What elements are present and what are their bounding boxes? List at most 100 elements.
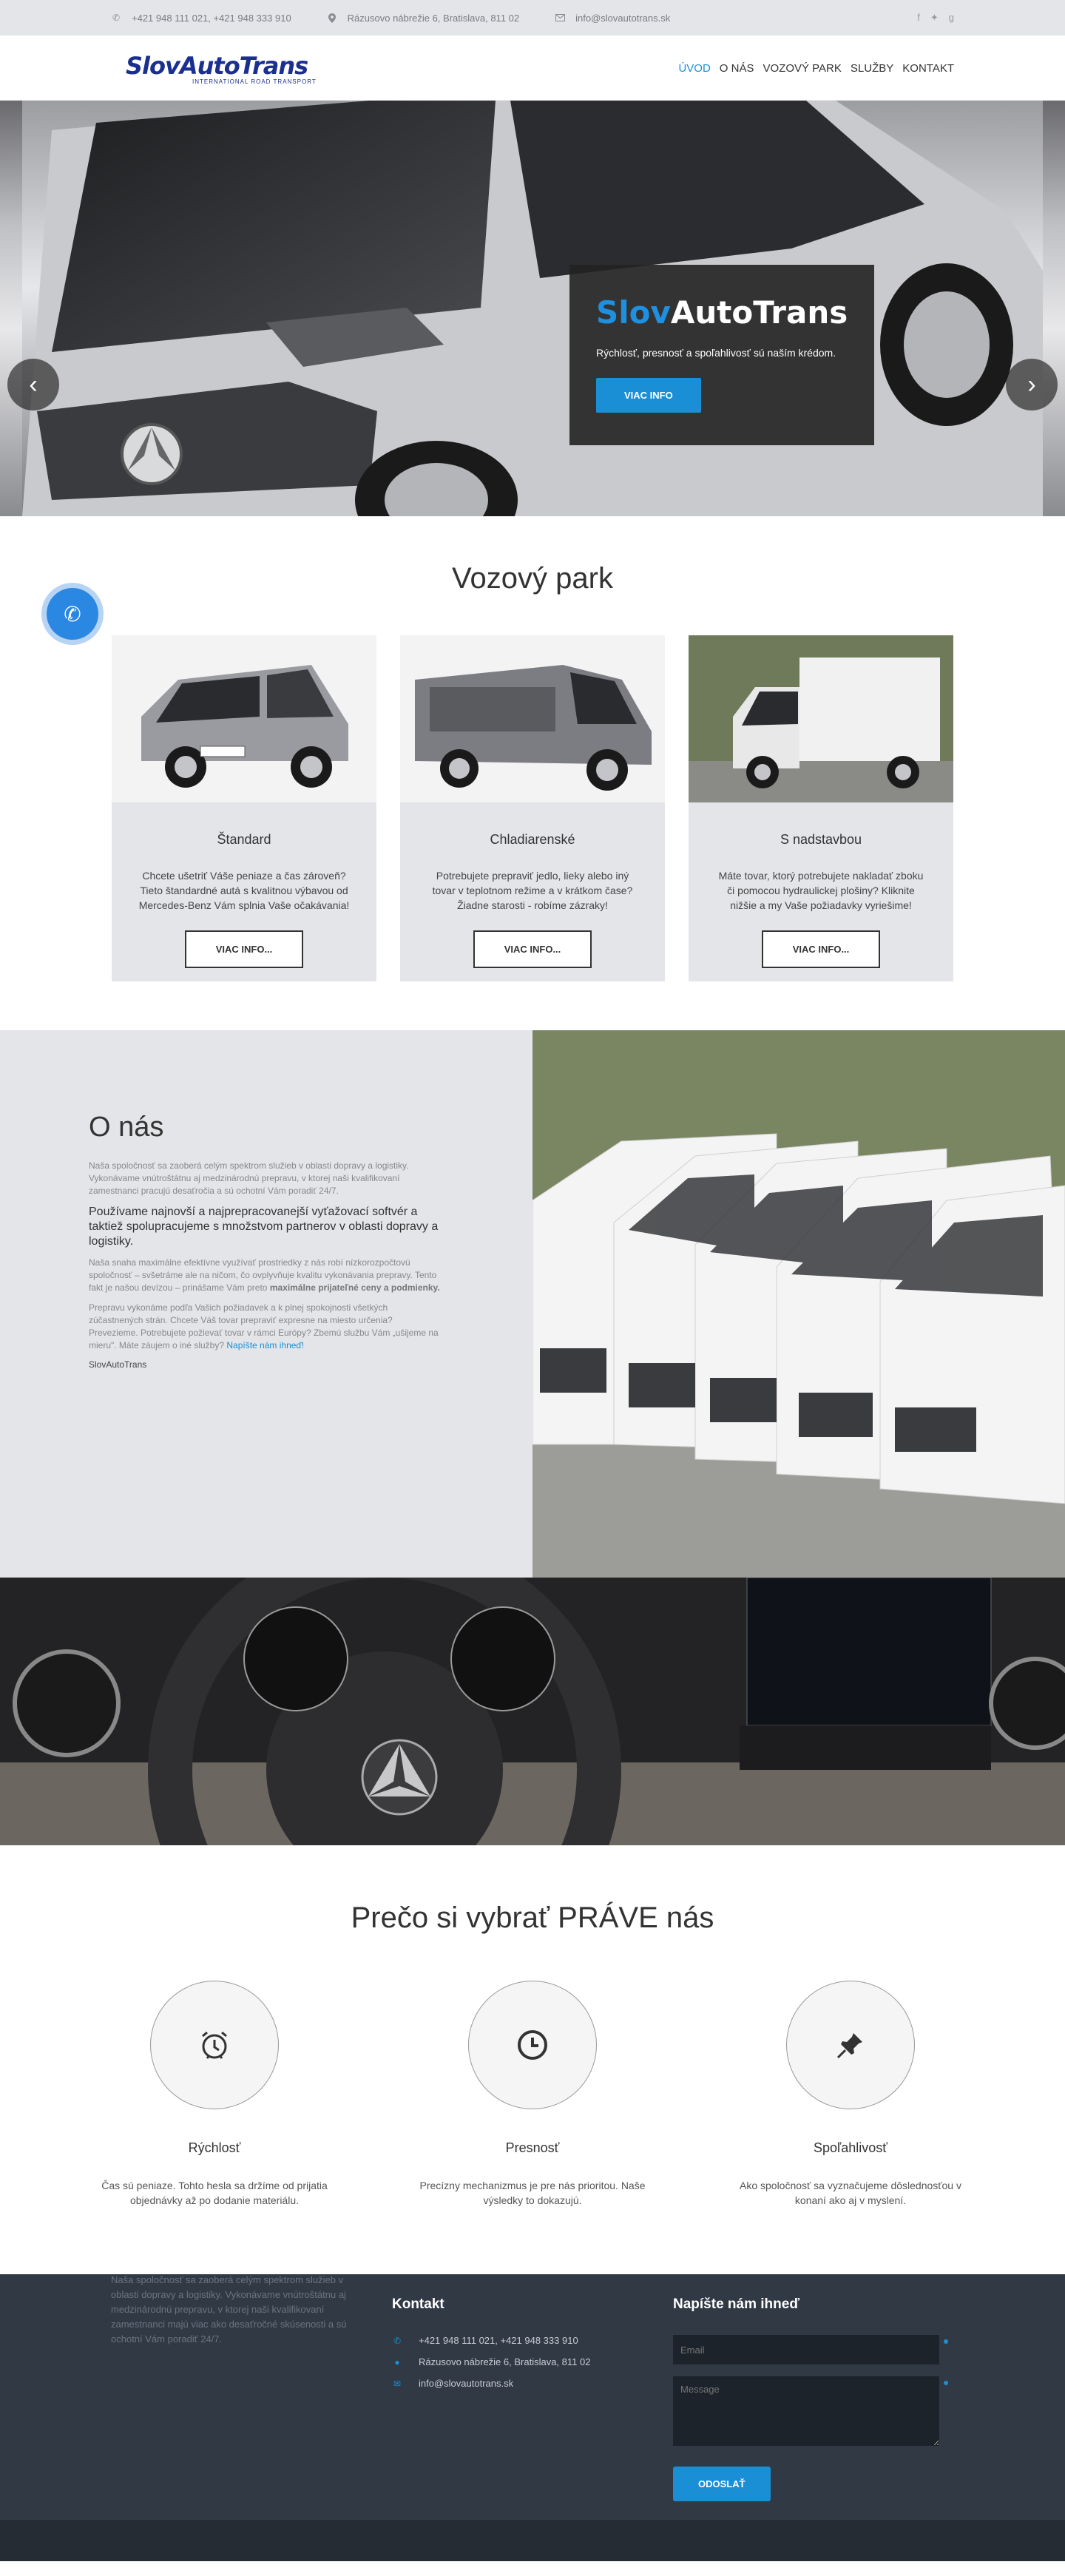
- about-vans-image: [532, 1030, 1065, 1578]
- required-dot: [944, 2339, 948, 2344]
- phone-icon: ✆: [393, 2335, 402, 2346]
- footer-address: ● Rázusovo nábrežie 6, Bratislava, 811 02: [392, 2356, 673, 2367]
- nav-item-uvod[interactable]: ÚVOD: [678, 62, 710, 75]
- footer-contact-form: Napíšte nám ihneď ODOSLAŤ: [673, 2274, 954, 2501]
- about-contact-link[interactable]: Napíšte nám ihneď!: [226, 1340, 304, 1350]
- topbar-address-text: Rázusovo nábrežie 6, Bratislava, 811 02: [347, 12, 520, 24]
- floating-phone-button[interactable]: ✆: [41, 583, 104, 645]
- hero-van-image: [22, 101, 1043, 516]
- interior-banner-image: [0, 1578, 1065, 1845]
- clock-icon: [518, 2030, 547, 2060]
- why-us-section: Prečo si vybrať PRÁVE nás Rýchlosť Čas s…: [0, 1845, 1065, 2274]
- feature-icon-circle: [786, 1981, 915, 2109]
- feature-icon-circle: [468, 1981, 597, 2109]
- logo-text: SlovAutoTrans: [111, 52, 318, 80]
- hero-slider: ‹ › SlovAutoTrans Rýchlosť, presnosť a s…: [0, 101, 1065, 516]
- footer-phone: ✆ +421 948 111 021, +421 948 333 910: [392, 2335, 673, 2346]
- footer-bottom-bar: [0, 2520, 1065, 2561]
- social-links: f ✦ g: [917, 12, 954, 24]
- card-text: Chcete ušetriť Váše peniaze a čas zárove…: [138, 870, 350, 911]
- send-button[interactable]: ODOSLAŤ: [673, 2467, 771, 2501]
- feature-text: Čas sú peniaze. Tohto hesla sa držíme od…: [101, 2180, 328, 2206]
- about-p2-bold: maximálne prijateľné ceny a podmienky.: [269, 1282, 440, 1293]
- feature-text: Precízny mechanizmus je pre nás priorito…: [419, 2180, 646, 2206]
- topbar-address: Rázusovo nábrežie 6, Bratislava, 811 02: [327, 13, 519, 24]
- main-nav: ÚVOD O NÁS VOZOVÝ PARK SLUŽBY KONTAKT: [678, 62, 954, 75]
- card-more-button[interactable]: VIAC INFO...: [473, 930, 592, 968]
- van-box-truck-image: [689, 635, 953, 802]
- logo[interactable]: SlovAutoTrans INTERNATIONAL ROAD TRANSPO…: [111, 52, 318, 85]
- envelope-icon: ✉: [393, 2378, 402, 2389]
- why-us-title: Prečo si vybrať PRÁVE nás: [351, 1901, 714, 1934]
- slider-next-button[interactable]: ›: [1006, 359, 1058, 410]
- hero-title-white: AutoTrans: [670, 294, 848, 331]
- topbar-phone-text: +421 948 111 021, +421 948 333 910: [132, 12, 291, 24]
- site-footer: Naša spoločnosť sa zaoberá celým spektro…: [0, 2274, 1065, 2520]
- footer-email[interactable]: ✉ info@slovautotrans.sk: [392, 2378, 673, 2389]
- twitter-icon[interactable]: ✦: [930, 12, 939, 24]
- feature-icon-circle: [150, 1981, 279, 2109]
- pushpin-icon: [836, 2033, 862, 2059]
- hero-title-blue: Slov: [596, 294, 671, 331]
- nav-item-o-nas[interactable]: O NÁS: [720, 62, 754, 75]
- phone-icon: ✆: [112, 13, 121, 23]
- footer-contact-title: Kontakt: [392, 2296, 444, 2312]
- google-plus-icon[interactable]: g: [949, 12, 954, 24]
- hero-caption: SlovAutoTrans Rýchlosť, presnosť a spoľa…: [569, 265, 874, 445]
- about-section: O nás Naša spoločnosť sa zaoberá celým s…: [0, 1030, 1065, 1578]
- phone-icon: ✆: [47, 588, 98, 640]
- hero-more-button[interactable]: VIAC INFO: [596, 378, 701, 413]
- envelope-icon: [555, 13, 565, 23]
- about-lead: Používame najnovší a najprepracovanejší …: [89, 1206, 439, 1248]
- about-signature: SlovAutoTrans: [89, 1359, 147, 1370]
- feature-item: Rýchlosť Čas sú peniaze. Tohto hesla sa …: [96, 1981, 333, 2208]
- site-header: SlovAutoTrans INTERNATIONAL ROAD TRANSPO…: [0, 36, 1065, 101]
- footer-about-text: Naša spoločnosť sa zaoberá celým spektro…: [111, 2274, 347, 2345]
- fleet-cards: Štandard Chcete ušetriť Váše peniaze a č…: [0, 635, 1065, 981]
- footer-email-text: info@slovautotrans.sk: [419, 2378, 514, 2389]
- card-text: Potrebujete prepraviť jedlo, lieky alebo…: [432, 870, 633, 911]
- card-title: Štandard: [217, 832, 271, 847]
- footer-about: Naša spoločnosť sa zaoberá celým spektro…: [111, 2273, 392, 2501]
- about-paragraph: Naša spoločnosť sa zaoberá celým spektro…: [89, 1160, 409, 1196]
- card-more-button[interactable]: VIAC INFO...: [761, 930, 881, 968]
- message-field-wrap: [673, 2376, 954, 2446]
- footer-address-text: Rázusovo nábrežie 6, Bratislava, 811 02: [419, 2356, 591, 2367]
- feature-title: Spoľahlivosť: [813, 2140, 888, 2155]
- card-title: S nadstavbou: [780, 832, 862, 847]
- about-title: O nás: [89, 1112, 164, 1143]
- slider-prev-button[interactable]: ‹: [7, 359, 59, 410]
- facebook-icon[interactable]: f: [917, 12, 920, 24]
- hero-text: Rýchlosť, presnosť a spoľahlivosť sú naš…: [596, 347, 836, 359]
- van-standard-image: [112, 635, 376, 802]
- alarm-clock-icon: [202, 2031, 227, 2059]
- feature-title: Presnosť: [505, 2140, 560, 2155]
- fleet-card: S nadstavbou Máte tovar, ktorý potrebuje…: [689, 635, 953, 981]
- feature-title: Rýchlosť: [188, 2140, 241, 2155]
- email-field[interactable]: [673, 2335, 939, 2364]
- nav-item-kontakt[interactable]: KONTAKT: [902, 62, 954, 75]
- about-text-panel: O nás Naša spoločnosť sa zaoberá celým s…: [0, 1030, 532, 1578]
- nav-item-sluzby[interactable]: SLUŽBY: [851, 62, 893, 75]
- footer-contact: Kontakt ✆ +421 948 111 021, +421 948 333 …: [392, 2274, 673, 2501]
- nav-item-vozovy-park[interactable]: VOZOVÝ PARK: [763, 62, 841, 75]
- fleet-card: Chladiarenské Potrebujete prepraviť jedl…: [400, 635, 665, 981]
- topbar-email-text: info@slovautotrans.sk: [575, 12, 671, 24]
- card-more-button[interactable]: VIAC INFO...: [184, 930, 304, 968]
- map-marker-icon: [327, 13, 337, 23]
- required-dot: [944, 2381, 948, 2385]
- footer-form-title: Napíšte nám ihneď: [673, 2296, 799, 2312]
- topbar-email[interactable]: info@slovautotrans.sk: [555, 13, 670, 24]
- footer-phone-text: +421 948 111 021, +421 948 333 910: [419, 2335, 578, 2346]
- feature-item: Spoľahlivosť Ako spoločnosť sa vyznačuje…: [732, 1981, 969, 2208]
- card-text: Máte tovar, ktorý potrebujete nakladať z…: [718, 870, 924, 911]
- card-title: Chladiarenské: [490, 832, 575, 847]
- feature-item: Presnosť Precízny mechanizmus je pre nás…: [414, 1981, 651, 2208]
- message-field[interactable]: [673, 2376, 939, 2446]
- email-field-wrap: [673, 2335, 954, 2364]
- features: Rýchlosť Čas sú peniaze. Tohto hesla sa …: [0, 1981, 1065, 2208]
- map-marker-icon: ●: [394, 2356, 400, 2367]
- topbar: ✆ +421 948 111 021, +421 948 333 910 Ráz…: [0, 0, 1065, 36]
- fleet-title: Vozový park: [452, 562, 613, 595]
- feature-text: Ako spoločnosť sa vyznačujeme dôslednosť…: [739, 2180, 961, 2206]
